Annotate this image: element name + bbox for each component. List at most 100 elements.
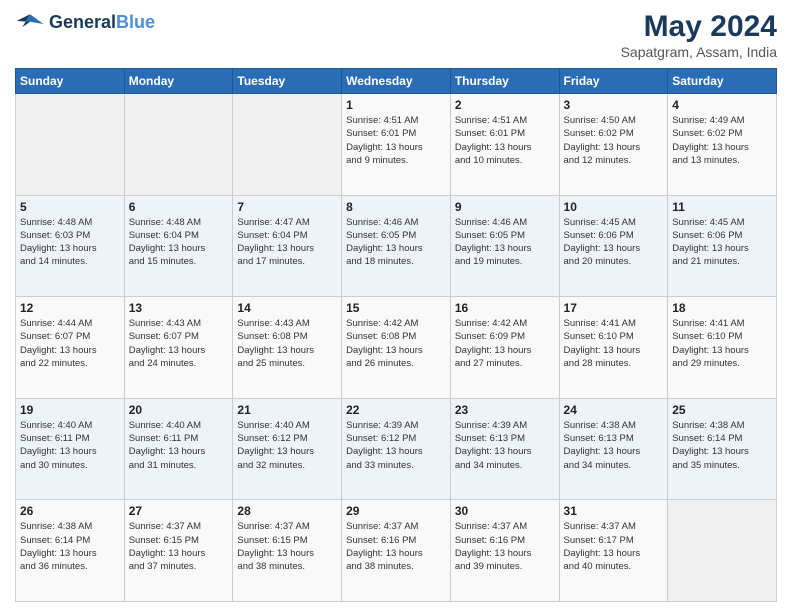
weekday-header-row: SundayMondayTuesdayWednesdayThursdayFrid… (16, 69, 777, 94)
calendar-cell: 7 Sunrise: 4:47 AMSunset: 6:04 PMDaylight… (233, 195, 342, 297)
day-info: Sunrise: 4:51 AMSunset: 6:01 PMDaylight:… (346, 114, 446, 167)
calendar-cell: 12 Sunrise: 4:44 AMSunset: 6:07 PMDayligh… (16, 297, 125, 399)
calendar-cell: 10Sunrise: 4:45 AMSunset: 6:06 PMDayligh… (559, 195, 668, 297)
calendar-cell: 6 Sunrise: 4:48 AMSunset: 6:04 PMDaylight… (124, 195, 233, 297)
calendar-cell: 13 Sunrise: 4:43 AMSunset: 6:07 PMDayligh… (124, 297, 233, 399)
day-info: Sunrise: 4:48 AMSunset: 6:04 PMDaylight:… (129, 216, 229, 269)
calendar-cell: 11 Sunrise: 4:45 AMSunset: 6:06 PMDayligh… (668, 195, 777, 297)
day-info: Sunrise: 4:51 AMSunset: 6:01 PMDaylight:… (455, 114, 555, 167)
day-number: 30 (455, 504, 555, 518)
day-number: 26 (20, 504, 120, 518)
day-info: Sunrise: 4:37 AMSunset: 6:15 PMDaylight:… (129, 520, 229, 573)
page: GeneralBlue May 2024 Sapatgram, Assam, I… (0, 0, 792, 612)
day-info: Sunrise: 4:49 AMSunset: 6:02 PMDaylight:… (672, 114, 772, 167)
calendar-table: SundayMondayTuesdayWednesdayThursdayFrid… (15, 68, 777, 602)
calendar-cell: 30Sunrise: 4:37 AMSunset: 6:16 PMDayligh… (450, 500, 559, 602)
calendar-cell: 27 Sunrise: 4:37 AMSunset: 6:15 PMDayligh… (124, 500, 233, 602)
calendar-cell: 20 Sunrise: 4:40 AMSunset: 6:11 PMDayligh… (124, 398, 233, 500)
day-number: 17 (564, 301, 664, 315)
day-info: Sunrise: 4:46 AMSunset: 6:05 PMDaylight:… (346, 216, 446, 269)
calendar-cell (668, 500, 777, 602)
day-info: Sunrise: 4:48 AMSunset: 6:03 PMDaylight:… (20, 216, 120, 269)
calendar-cell: 1 Sunrise: 4:51 AMSunset: 6:01 PMDaylight… (342, 94, 451, 196)
day-info: Sunrise: 4:40 AMSunset: 6:12 PMDaylight:… (237, 419, 337, 472)
day-info: Sunrise: 4:42 AMSunset: 6:08 PMDaylight:… (346, 317, 446, 370)
weekday-header-tuesday: Tuesday (233, 69, 342, 94)
day-info: Sunrise: 4:38 AMSunset: 6:13 PMDaylight:… (564, 419, 664, 472)
weekday-header-thursday: Thursday (450, 69, 559, 94)
week-row-3: 12 Sunrise: 4:44 AMSunset: 6:07 PMDayligh… (16, 297, 777, 399)
day-info: Sunrise: 4:37 AMSunset: 6:15 PMDaylight:… (237, 520, 337, 573)
day-info: Sunrise: 4:38 AMSunset: 6:14 PMDaylight:… (20, 520, 120, 573)
day-number: 18 (672, 301, 772, 315)
day-info: Sunrise: 4:47 AMSunset: 6:04 PMDaylight:… (237, 216, 337, 269)
day-info: Sunrise: 4:46 AMSunset: 6:05 PMDaylight:… (455, 216, 555, 269)
day-info: Sunrise: 4:39 AMSunset: 6:13 PMDaylight:… (455, 419, 555, 472)
day-number: 25 (672, 403, 772, 417)
day-number: 27 (129, 504, 229, 518)
day-number: 9 (455, 200, 555, 214)
calendar-cell: 9 Sunrise: 4:46 AMSunset: 6:05 PMDaylight… (450, 195, 559, 297)
day-info: Sunrise: 4:37 AMSunset: 6:16 PMDaylight:… (346, 520, 446, 573)
week-row-1: 1 Sunrise: 4:51 AMSunset: 6:01 PMDaylight… (16, 94, 777, 196)
calendar-cell: 31 Sunrise: 4:37 AMSunset: 6:17 PMDayligh… (559, 500, 668, 602)
day-info: Sunrise: 4:44 AMSunset: 6:07 PMDaylight:… (20, 317, 120, 370)
calendar-cell: 3Sunrise: 4:50 AMSunset: 6:02 PMDaylight… (559, 94, 668, 196)
day-info: Sunrise: 4:41 AMSunset: 6:10 PMDaylight:… (672, 317, 772, 370)
day-number: 16 (455, 301, 555, 315)
day-number: 10 (564, 200, 664, 214)
day-number: 11 (672, 200, 772, 214)
day-number: 28 (237, 504, 337, 518)
day-number: 29 (346, 504, 446, 518)
calendar-cell: 8Sunrise: 4:46 AMSunset: 6:05 PMDaylight… (342, 195, 451, 297)
day-number: 7 (237, 200, 337, 214)
main-title: May 2024 (621, 10, 777, 44)
header: GeneralBlue May 2024 Sapatgram, Assam, I… (15, 10, 777, 60)
day-number: 6 (129, 200, 229, 214)
day-info: Sunrise: 4:42 AMSunset: 6:09 PMDaylight:… (455, 317, 555, 370)
day-info: Sunrise: 4:38 AMSunset: 6:14 PMDaylight:… (672, 419, 772, 472)
day-number: 15 (346, 301, 446, 315)
week-row-4: 19Sunrise: 4:40 AMSunset: 6:11 PMDayligh… (16, 398, 777, 500)
calendar-cell: 23Sunrise: 4:39 AMSunset: 6:13 PMDayligh… (450, 398, 559, 500)
day-number: 24 (564, 403, 664, 417)
calendar-cell: 24 Sunrise: 4:38 AMSunset: 6:13 PMDayligh… (559, 398, 668, 500)
day-number: 31 (564, 504, 664, 518)
calendar-cell: 28 Sunrise: 4:37 AMSunset: 6:15 PMDayligh… (233, 500, 342, 602)
day-number: 13 (129, 301, 229, 315)
day-info: Sunrise: 4:40 AMSunset: 6:11 PMDaylight:… (129, 419, 229, 472)
title-section: May 2024 Sapatgram, Assam, India (621, 10, 777, 60)
day-number: 2 (455, 98, 555, 112)
day-info: Sunrise: 4:45 AMSunset: 6:06 PMDaylight:… (672, 216, 772, 269)
day-number: 22 (346, 403, 446, 417)
week-row-5: 26 Sunrise: 4:38 AMSunset: 6:14 PMDayligh… (16, 500, 777, 602)
logo-text: GeneralBlue (49, 13, 155, 33)
calendar-cell: 14Sunrise: 4:43 AMSunset: 6:08 PMDayligh… (233, 297, 342, 399)
day-info: Sunrise: 4:39 AMSunset: 6:12 PMDaylight:… (346, 419, 446, 472)
calendar-cell (233, 94, 342, 196)
subtitle: Sapatgram, Assam, India (621, 44, 777, 60)
week-row-2: 5 Sunrise: 4:48 AMSunset: 6:03 PMDaylight… (16, 195, 777, 297)
day-number: 3 (564, 98, 664, 112)
calendar-cell: 29 Sunrise: 4:37 AMSunset: 6:16 PMDayligh… (342, 500, 451, 602)
logo: GeneralBlue (15, 10, 155, 35)
calendar-cell: 18 Sunrise: 4:41 AMSunset: 6:10 PMDayligh… (668, 297, 777, 399)
weekday-header-saturday: Saturday (668, 69, 777, 94)
calendar-cell (16, 94, 125, 196)
day-number: 1 (346, 98, 446, 112)
day-number: 12 (20, 301, 120, 315)
calendar-cell (124, 94, 233, 196)
calendar-cell: 25 Sunrise: 4:38 AMSunset: 6:14 PMDayligh… (668, 398, 777, 500)
weekday-header-monday: Monday (124, 69, 233, 94)
calendar-cell: 22 Sunrise: 4:39 AMSunset: 6:12 PMDayligh… (342, 398, 451, 500)
day-number: 20 (129, 403, 229, 417)
calendar-cell: 4Sunrise: 4:49 AMSunset: 6:02 PMDaylight… (668, 94, 777, 196)
day-info: Sunrise: 4:43 AMSunset: 6:08 PMDaylight:… (237, 317, 337, 370)
day-info: Sunrise: 4:43 AMSunset: 6:07 PMDaylight:… (129, 317, 229, 370)
day-info: Sunrise: 4:41 AMSunset: 6:10 PMDaylight:… (564, 317, 664, 370)
calendar-cell: 15 Sunrise: 4:42 AMSunset: 6:08 PMDayligh… (342, 297, 451, 399)
day-info: Sunrise: 4:37 AMSunset: 6:17 PMDaylight:… (564, 520, 664, 573)
calendar-cell: 16 Sunrise: 4:42 AMSunset: 6:09 PMDayligh… (450, 297, 559, 399)
day-number: 21 (237, 403, 337, 417)
day-number: 5 (20, 200, 120, 214)
